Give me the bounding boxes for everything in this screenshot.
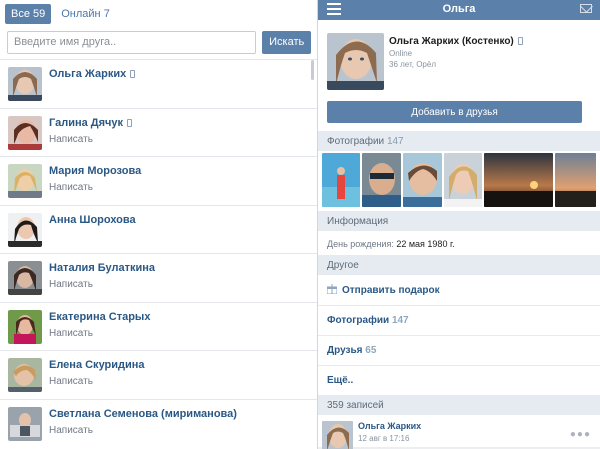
search-input[interactable] [7,30,257,54]
friend-name[interactable]: Светлана Семенова (мириманова) [49,408,237,420]
profile-panel: Ольга Ольга Жарких (Костенко) Online 36 … [318,0,600,449]
friend-name[interactable]: Наталия Булаткина [49,262,155,274]
avatar[interactable] [322,421,353,449]
friend-name[interactable]: Анна Шорохова [49,214,136,226]
avatar[interactable] [8,67,42,101]
more-options-icon[interactable]: ●●● [570,429,591,440]
add-friend-button[interactable]: Добавить в друзья [327,101,582,123]
avatar[interactable] [8,261,42,295]
friends-tabs: Все 59 Онлайн 7 [0,0,317,27]
write-message-link[interactable]: Написать [49,425,93,436]
photos-item[interactable]: Фотографии 147 [318,305,600,335]
friend-list: Ольга Жарких Галина Дячук Написать Мария… [0,59,317,448]
photo-thumbnail[interactable] [322,153,360,207]
list-item[interactable]: Наталия Булаткина Написать [0,253,317,302]
gift-icon [326,284,338,295]
search-row: Искать [0,27,317,57]
photo-thumbnail[interactable] [403,153,442,207]
friends-item[interactable]: Друзья 65 [318,335,600,365]
posts-section-header: 359 записей [318,395,600,415]
write-message-link[interactable]: Написать [49,182,93,193]
friends-panel: Все 59 Онлайн 7 Искать Ольга Жарких Гали… [0,0,318,449]
write-message-link[interactable]: Написать [49,134,93,145]
avatar[interactable] [8,164,42,198]
list-item[interactable]: Ольга Жарких [0,59,317,108]
top-bar: Ольга [318,0,600,20]
list-item[interactable]: Светлана Семенова (мириманова) Написать [0,398,317,448]
photos-section-header[interactable]: Фотографии 147 [318,131,600,151]
avatar[interactable] [8,115,42,150]
list-item[interactable]: Галина Дячук Написать [0,107,317,157]
write-message-link[interactable]: Написать [49,279,93,290]
list-item[interactable]: Анна Шорохова [0,204,317,254]
photo-thumbnail[interactable] [362,153,401,207]
other-section-header: Другое [318,255,600,275]
mobile-icon [127,118,133,127]
photo-thumbnail[interactable] [484,153,553,207]
profile-avatar[interactable] [327,33,384,90]
friend-name[interactable]: Елена Скуридина [49,359,145,371]
scrollbar[interactable] [311,60,314,80]
photo-strip [318,151,600,211]
search-button[interactable]: Искать [262,30,311,54]
list-item[interactable]: Мария Морозова Написать [0,156,317,205]
post-author[interactable]: Ольга Жарких [358,421,421,431]
wall-post: Ольга Жарких 12 авг в 17:16 ●●● [318,415,600,449]
profile-card: Ольга Жарких (Костенко) Online 36 лет, О… [318,20,600,131]
list-item[interactable]: Екатерина Старых Написать [0,301,317,351]
tab-online[interactable]: Онлайн 7 [55,4,116,24]
app-window: Все 59 Онлайн 7 Искать Ольга Жарких Гали… [0,0,600,449]
friend-name[interactable]: Галина Дячук [49,117,133,129]
profile-age-city: 36 лет, Орёл [389,60,436,69]
friend-name[interactable]: Ольга Жарких [49,68,136,80]
mobile-icon [517,37,523,45]
avatar[interactable] [8,212,42,247]
photo-thumbnail[interactable] [444,153,482,207]
tab-all[interactable]: Все 59 [5,3,52,24]
online-status: Online [389,49,413,58]
page-title: Ольга [442,3,476,15]
friend-name[interactable]: Екатерина Старых [49,311,150,323]
avatar[interactable] [8,406,42,441]
list-item[interactable]: Елена Скуридина Написать [0,350,317,399]
birthday-row: День рождения: 22 мая 1980 г. [318,231,600,255]
profile-name: Ольга Жарких (Костенко) [389,36,523,47]
more-item[interactable]: Ещё.. [318,365,600,395]
avatar[interactable] [8,309,42,344]
info-section-header: Информация [318,211,600,231]
write-message-link[interactable]: Написать [49,328,93,339]
mobile-icon [130,70,136,78]
friend-name[interactable]: Мария Морозова [49,165,141,177]
write-message-link[interactable]: Написать [49,376,93,387]
send-gift-item[interactable]: Отправить подарок [318,275,600,305]
photo-thumbnail[interactable] [555,153,596,207]
mail-icon[interactable] [580,4,592,13]
post-time: 12 авг в 17:16 [358,434,410,443]
avatar[interactable] [8,358,42,392]
